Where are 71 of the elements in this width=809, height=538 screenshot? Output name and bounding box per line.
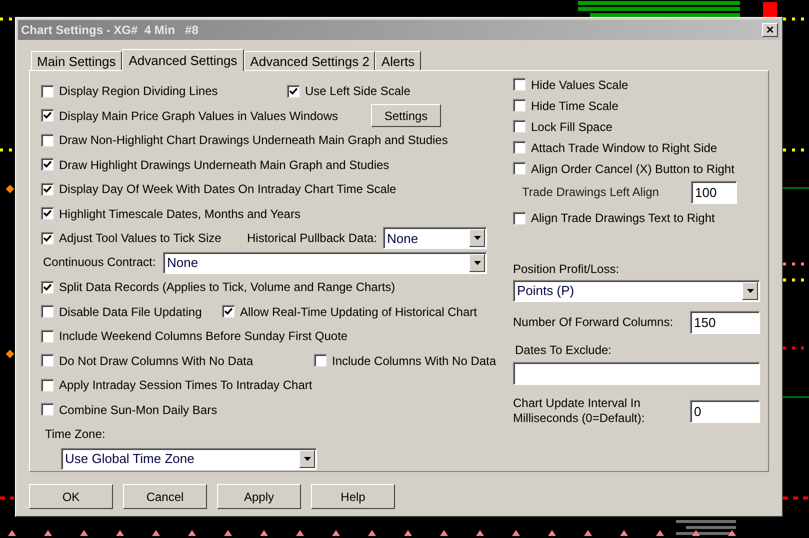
checkbox-label[interactable]: Include Weekend Columns Before Sunday First Quote bbox=[59, 327, 348, 346]
checkbox[interactable] bbox=[41, 354, 54, 368]
checkbox[interactable] bbox=[41, 378, 54, 392]
checkbox[interactable] bbox=[41, 134, 54, 147]
field-label: Time Zone: bbox=[45, 426, 106, 442]
checkbox[interactable] bbox=[41, 84, 54, 98]
checkbox[interactable] bbox=[41, 232, 54, 245]
checkbox[interactable] bbox=[41, 403, 54, 416]
checkbox[interactable] bbox=[513, 212, 526, 224]
tab[interactable]: Advanced Settings bbox=[122, 49, 244, 71]
settings-button[interactable]: Settings bbox=[371, 104, 441, 128]
checkbox-label[interactable]: Align Order Cancel (X) Button to Right bbox=[531, 160, 734, 178]
checkbox-label[interactable]: Use Left Side Scale bbox=[305, 82, 410, 100]
checkbox-label[interactable]: Lock Fill Space bbox=[531, 118, 612, 136]
field-label: Dates To Exclude: bbox=[515, 342, 612, 358]
checkbox[interactable] bbox=[513, 78, 526, 91]
checkbox[interactable] bbox=[41, 305, 54, 318]
field-label: Position Profit/Loss: bbox=[513, 262, 620, 276]
dialog-button[interactable]: Apply bbox=[217, 484, 301, 509]
tab[interactable]: Main Settings bbox=[31, 51, 122, 70]
checkbox-label[interactable]: Highlight Timescale Dates, Months and Years bbox=[59, 204, 300, 223]
checkbox[interactable] bbox=[513, 120, 526, 133]
text-field[interactable]: 150 bbox=[690, 310, 760, 334]
checkbox[interactable] bbox=[513, 162, 526, 175]
checkbox-label[interactable]: Apply Intraday Session Times To Intraday Chart bbox=[59, 376, 312, 394]
text-field[interactable]: 100 bbox=[691, 180, 737, 204]
field-label: Chart Update Interval In Milliseconds (0=Default): bbox=[513, 396, 646, 426]
checkbox[interactable] bbox=[222, 305, 235, 318]
checkbox-label[interactable]: Hide Time Scale bbox=[531, 96, 618, 114]
checkbox-label[interactable]: Combine Sun-Mon Daily Bars bbox=[59, 400, 218, 419]
field-label: Number Of Forward Columns: bbox=[513, 314, 674, 330]
checkbox-label[interactable]: Disable Data File Updating bbox=[59, 302, 202, 321]
checkbox[interactable] bbox=[41, 330, 54, 343]
checkbox-label[interactable]: Adjust Tool Values to Tick Size bbox=[59, 229, 222, 248]
checkbox-label[interactable]: Split Data Records (Applies to Tick, Volume and Range Charts) bbox=[59, 278, 396, 296]
tab[interactable]: Advanced Settings 2 bbox=[244, 51, 376, 70]
dropdown[interactable]: Use Global Time Zone bbox=[61, 448, 317, 470]
checkbox[interactable] bbox=[287, 84, 300, 98]
checkbox[interactable] bbox=[41, 109, 54, 122]
checkbox[interactable] bbox=[41, 280, 54, 294]
dropdown[interactable]: None bbox=[163, 252, 487, 274]
checkbox-label[interactable]: Attach Trade Window to Right Side bbox=[531, 138, 718, 156]
checkbox-label[interactable]: Display Main Price Graph Values in Values Windows bbox=[59, 106, 338, 125]
checkbox-label[interactable]: Align Trade Drawings Text to Right bbox=[531, 209, 715, 227]
close-button[interactable]: × bbox=[762, 23, 778, 37]
checkbox-label[interactable]: Allow Real-Time Updating of Historical Chart bbox=[240, 302, 477, 321]
checkbox[interactable] bbox=[513, 141, 526, 154]
checkbox-label[interactable]: Draw Non-Highlight Chart Drawings Underneath Main Graph and Studies bbox=[59, 131, 448, 150]
checkbox[interactable] bbox=[41, 182, 54, 196]
dialog-button[interactable]: OK bbox=[29, 484, 113, 509]
tab[interactable]: Alerts bbox=[375, 51, 421, 70]
window-title: Chart Settings - XG# 4 Min #8 bbox=[20, 22, 198, 39]
dropdown[interactable]: Points (P) bbox=[513, 280, 760, 302]
dropdown[interactable]: None bbox=[383, 227, 487, 250]
text-field[interactable]: 0 bbox=[690, 400, 760, 422]
checkbox[interactable] bbox=[314, 354, 327, 368]
dialog-button[interactable]: Help bbox=[311, 484, 395, 509]
checkbox-label[interactable]: Include Columns With No Data bbox=[332, 352, 496, 370]
checkbox-label[interactable]: Hide Values Scale bbox=[531, 76, 628, 94]
checkbox[interactable] bbox=[41, 158, 54, 172]
checkbox[interactable] bbox=[513, 99, 526, 112]
text-field[interactable] bbox=[513, 362, 760, 384]
checkbox-label[interactable]: Do Not Draw Columns With No Data bbox=[59, 352, 254, 370]
field-label: Trade Drawings Left Align bbox=[522, 184, 660, 200]
checkbox-label[interactable]: Display Region Dividing Lines bbox=[59, 82, 218, 100]
field-label: Historical Pullback Data: bbox=[247, 230, 378, 246]
checkbox-label[interactable]: Draw Highlight Drawings Underneath Main Graph and Studies bbox=[59, 156, 390, 174]
field-label: Continuous Contract: bbox=[43, 255, 157, 270]
checkbox[interactable] bbox=[41, 207, 54, 220]
dialog-button[interactable]: Cancel bbox=[123, 484, 207, 509]
checkbox-label[interactable]: Display Day Of Week With Dates On Intraday Chart Time Scale bbox=[59, 180, 396, 198]
